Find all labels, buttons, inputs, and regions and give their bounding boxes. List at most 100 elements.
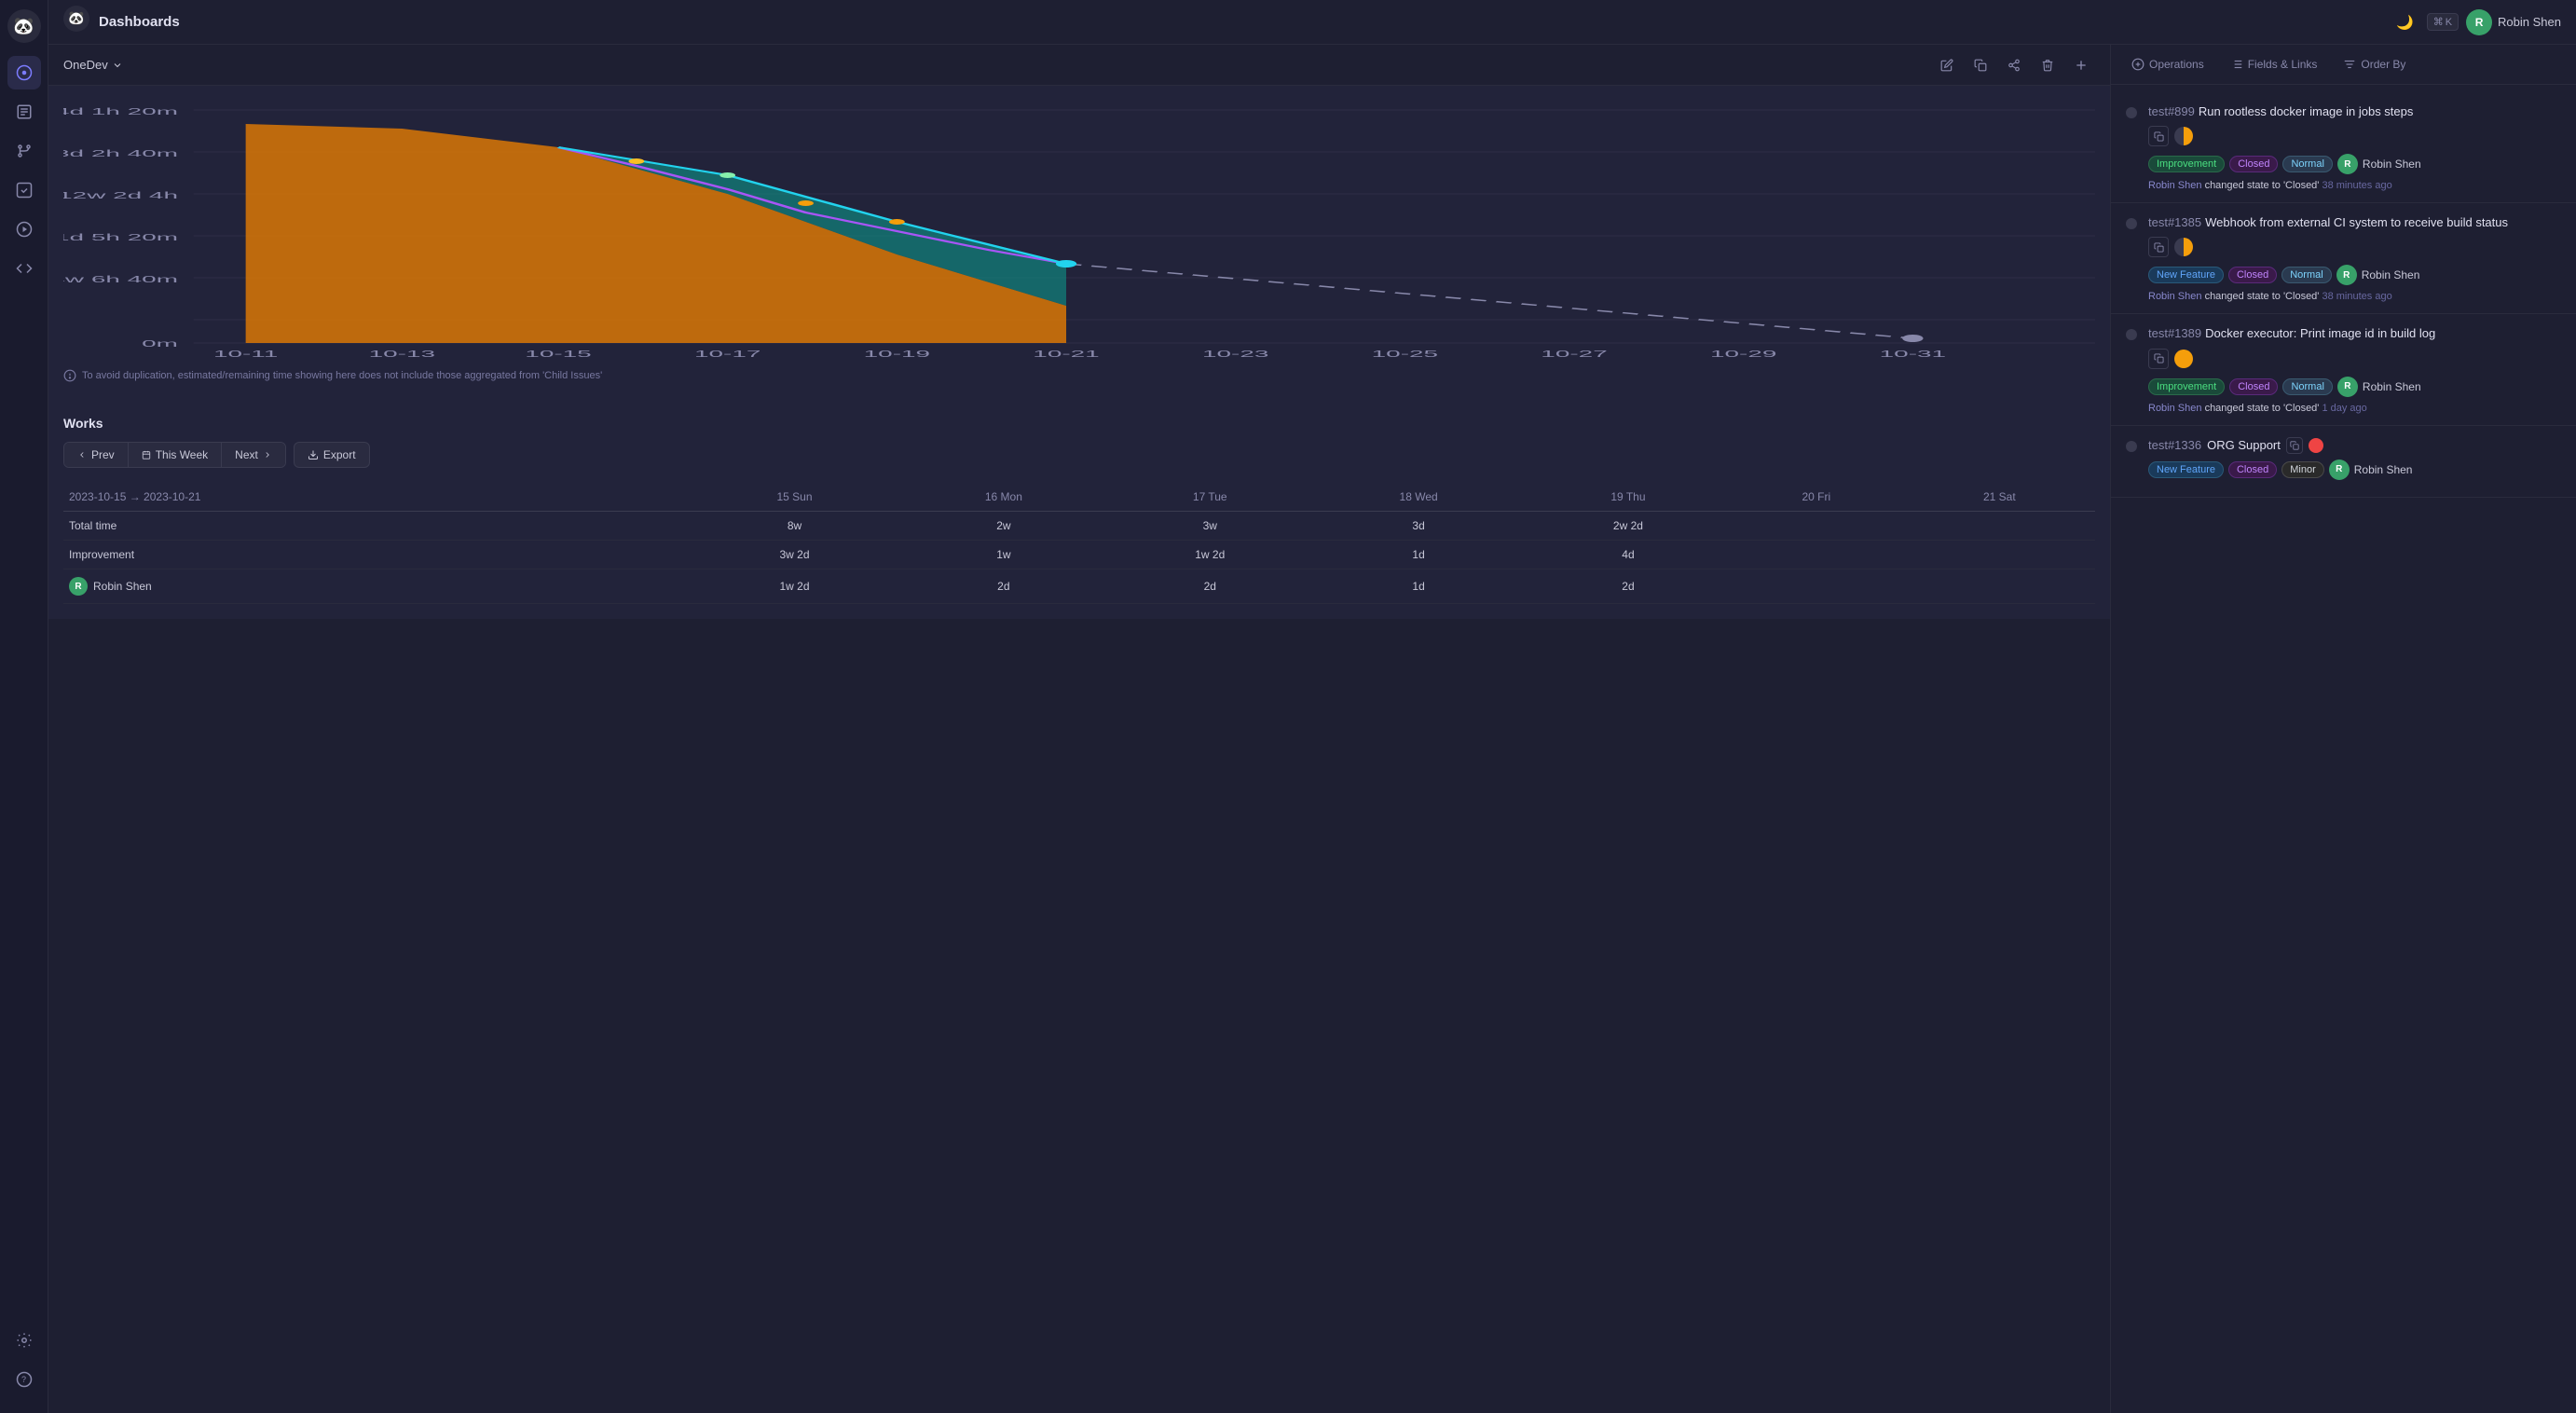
- issue-assignee-name: Robin Shen: [2363, 380, 2421, 393]
- progress-icon: [2174, 238, 2193, 256]
- topbar-actions: 🌙 ⌘ K R Robin Shen: [2391, 8, 2561, 36]
- sidebar-item-run[interactable]: [7, 213, 41, 246]
- svg-text:10-21: 10-21: [1033, 349, 1099, 359]
- right-panel-toolbar: Operations Fields & Links Order By: [2111, 45, 2576, 85]
- tag-minor: Minor: [2281, 461, 2324, 478]
- sidebar-item-git[interactable]: [7, 134, 41, 168]
- app-logo[interactable]: 🐼: [7, 9, 41, 43]
- tag-closed: Closed: [2228, 267, 2277, 283]
- left-panel: OneDev: [48, 45, 2110, 1413]
- sidebar-item-settings[interactable]: [7, 1324, 41, 1357]
- svg-text:10-27: 10-27: [1541, 349, 1607, 359]
- issue-assignee-avatar: R: [2336, 265, 2357, 285]
- issue-title: test#1336 ORG Support: [2148, 437, 2561, 454]
- tag-closed: Closed: [2228, 461, 2277, 478]
- topbar: 🐼 Dashboards 🌙 ⌘ K R Robin Shen: [48, 0, 2576, 45]
- issue-icons: [2148, 349, 2561, 369]
- issue-assignee-avatar: R: [2337, 154, 2358, 174]
- svg-text:0m: 0m: [142, 338, 178, 349]
- row-user-sat: [1904, 569, 2095, 604]
- issue-title: test#1385 Webhook from external CI syste…: [2148, 214, 2561, 231]
- svg-text:10-29: 10-29: [1710, 349, 1776, 359]
- sidebar-item-code[interactable]: [7, 252, 41, 285]
- issue-item[interactable]: test#1385 Webhook from external CI syste…: [2111, 203, 2576, 314]
- export-button[interactable]: Export: [294, 442, 370, 468]
- add-icon[interactable]: [2067, 51, 2095, 79]
- main-area: 🐼 Dashboards 🌙 ⌘ K R Robin Shen OneDev: [48, 0, 2576, 1413]
- progress-icon-full: [2174, 350, 2193, 368]
- edit-icon[interactable]: [1933, 51, 1961, 79]
- issue-item[interactable]: test#1336 ORG Support New Feature Closed…: [2111, 426, 2576, 498]
- issue-assignee-name: Robin Shen: [2363, 158, 2421, 171]
- tag-closed: Closed: [2229, 378, 2278, 395]
- title-copy-icon[interactable]: [2286, 437, 2303, 454]
- red-dot: [2309, 438, 2323, 453]
- row-label-user: R Robin Shen: [63, 569, 692, 604]
- copy-box-icon[interactable]: [2148, 126, 2169, 146]
- prev-button[interactable]: Prev: [64, 443, 129, 467]
- issue-item[interactable]: test#1389 Docker executor: Print image i…: [2111, 314, 2576, 425]
- copy-box-icon[interactable]: [2148, 349, 2169, 369]
- svg-text:10-17: 10-17: [694, 349, 760, 359]
- theme-toggle-icon[interactable]: 🌙: [2391, 8, 2419, 36]
- sidebar-item-issues[interactable]: [7, 95, 41, 129]
- tag-improvement: Improvement: [2148, 378, 2225, 395]
- svg-text:10-19: 10-19: [864, 349, 930, 359]
- svg-text:10-31: 10-31: [1880, 349, 1946, 359]
- row-total-mon: 2w: [897, 512, 1111, 541]
- issue-title: test#1389 Docker executor: Print image i…: [2148, 325, 2561, 342]
- copy-box-icon[interactable]: [2148, 237, 2169, 257]
- issue-tags: New Feature Closed Normal R Robin Shen: [2148, 265, 2561, 285]
- order-by-button[interactable]: Order By: [2337, 54, 2411, 75]
- page-title: Dashboards: [99, 14, 180, 30]
- issue-activity: Robin Shen changed state to 'Closed' 38 …: [2148, 180, 2561, 191]
- workspace-dropdown[interactable]: OneDev: [63, 58, 123, 72]
- row-imp-fri: [1729, 541, 1904, 569]
- row-user-mon: 2d: [897, 569, 1111, 604]
- tag-normal: Normal: [2281, 267, 2331, 283]
- issue-body: test#1389 Docker executor: Print image i…: [2148, 325, 2561, 413]
- orderby-icon: [2343, 58, 2356, 71]
- user-avatar[interactable]: R: [2466, 9, 2492, 35]
- col-18wed: 18 Wed: [1309, 483, 1528, 512]
- row-user-tue: 2d: [1110, 569, 1309, 604]
- issue-body: test#1385 Webhook from external CI syste…: [2148, 214, 2561, 302]
- issue-icons: [2148, 126, 2561, 146]
- sidebar-item-help[interactable]: ?: [7, 1363, 41, 1396]
- svg-text:10-11: 10-11: [213, 349, 278, 359]
- sidebar: 🐼 ?: [0, 0, 48, 1413]
- svg-text:10-25: 10-25: [1372, 349, 1438, 359]
- issue-status-dot: [2126, 218, 2137, 229]
- row-imp-thu: 4d: [1528, 541, 1729, 569]
- fields-links-button[interactable]: Fields & Links: [2225, 54, 2323, 75]
- chart-svg: 4d 1h 20m 3d 2h 40m 12w 2d 4h 1d 5h 20m …: [63, 101, 2095, 362]
- copy-icon[interactable]: [1966, 51, 1994, 79]
- col-20fri: 20 Fri: [1729, 483, 1904, 512]
- row-user-wed: 1d: [1309, 569, 1528, 604]
- sidebar-item-dashboard[interactable]: [7, 56, 41, 89]
- chart-area: 4d 1h 20m 3d 2h 40m 12w 2d 4h 1d 5h 20m …: [63, 101, 2095, 362]
- row-total-sat: [1904, 512, 2095, 541]
- row-total-thu: 2w 2d: [1528, 512, 1729, 541]
- sub-topbar-actions: [1933, 51, 2095, 79]
- next-button[interactable]: Next: [222, 443, 285, 467]
- keyboard-shortcut: ⌘ K: [2427, 13, 2459, 31]
- this-week-button[interactable]: This Week: [129, 443, 222, 467]
- row-imp-wed: 1d: [1309, 541, 1528, 569]
- tag-improvement: Improvement: [2148, 156, 2225, 172]
- svg-text:1d 5h 20m: 1d 5h 20m: [63, 232, 178, 242]
- operations-button[interactable]: Operations: [2126, 54, 2210, 75]
- issue-body: test#899 Run rootless docker image in jo…: [2148, 103, 2561, 191]
- burndown-chart: 4d 1h 20m 3d 2h 40m 12w 2d 4h 1d 5h 20m …: [48, 86, 2110, 401]
- calendar-icon: [142, 450, 151, 460]
- works-section: Works Prev This Week Next: [48, 401, 2110, 619]
- issue-status-dot: [2126, 329, 2137, 340]
- row-imp-tue: 1w 2d: [1110, 541, 1309, 569]
- issue-tags: Improvement Closed Normal R Robin Shen: [2148, 377, 2561, 397]
- progress-icon: [2174, 127, 2193, 145]
- issue-status-dot: [2126, 107, 2137, 118]
- issue-item[interactable]: test#899 Run rootless docker image in jo…: [2111, 92, 2576, 203]
- share-icon[interactable]: [2000, 51, 2028, 79]
- sidebar-item-builds[interactable]: [7, 173, 41, 207]
- delete-icon[interactable]: [2034, 51, 2062, 79]
